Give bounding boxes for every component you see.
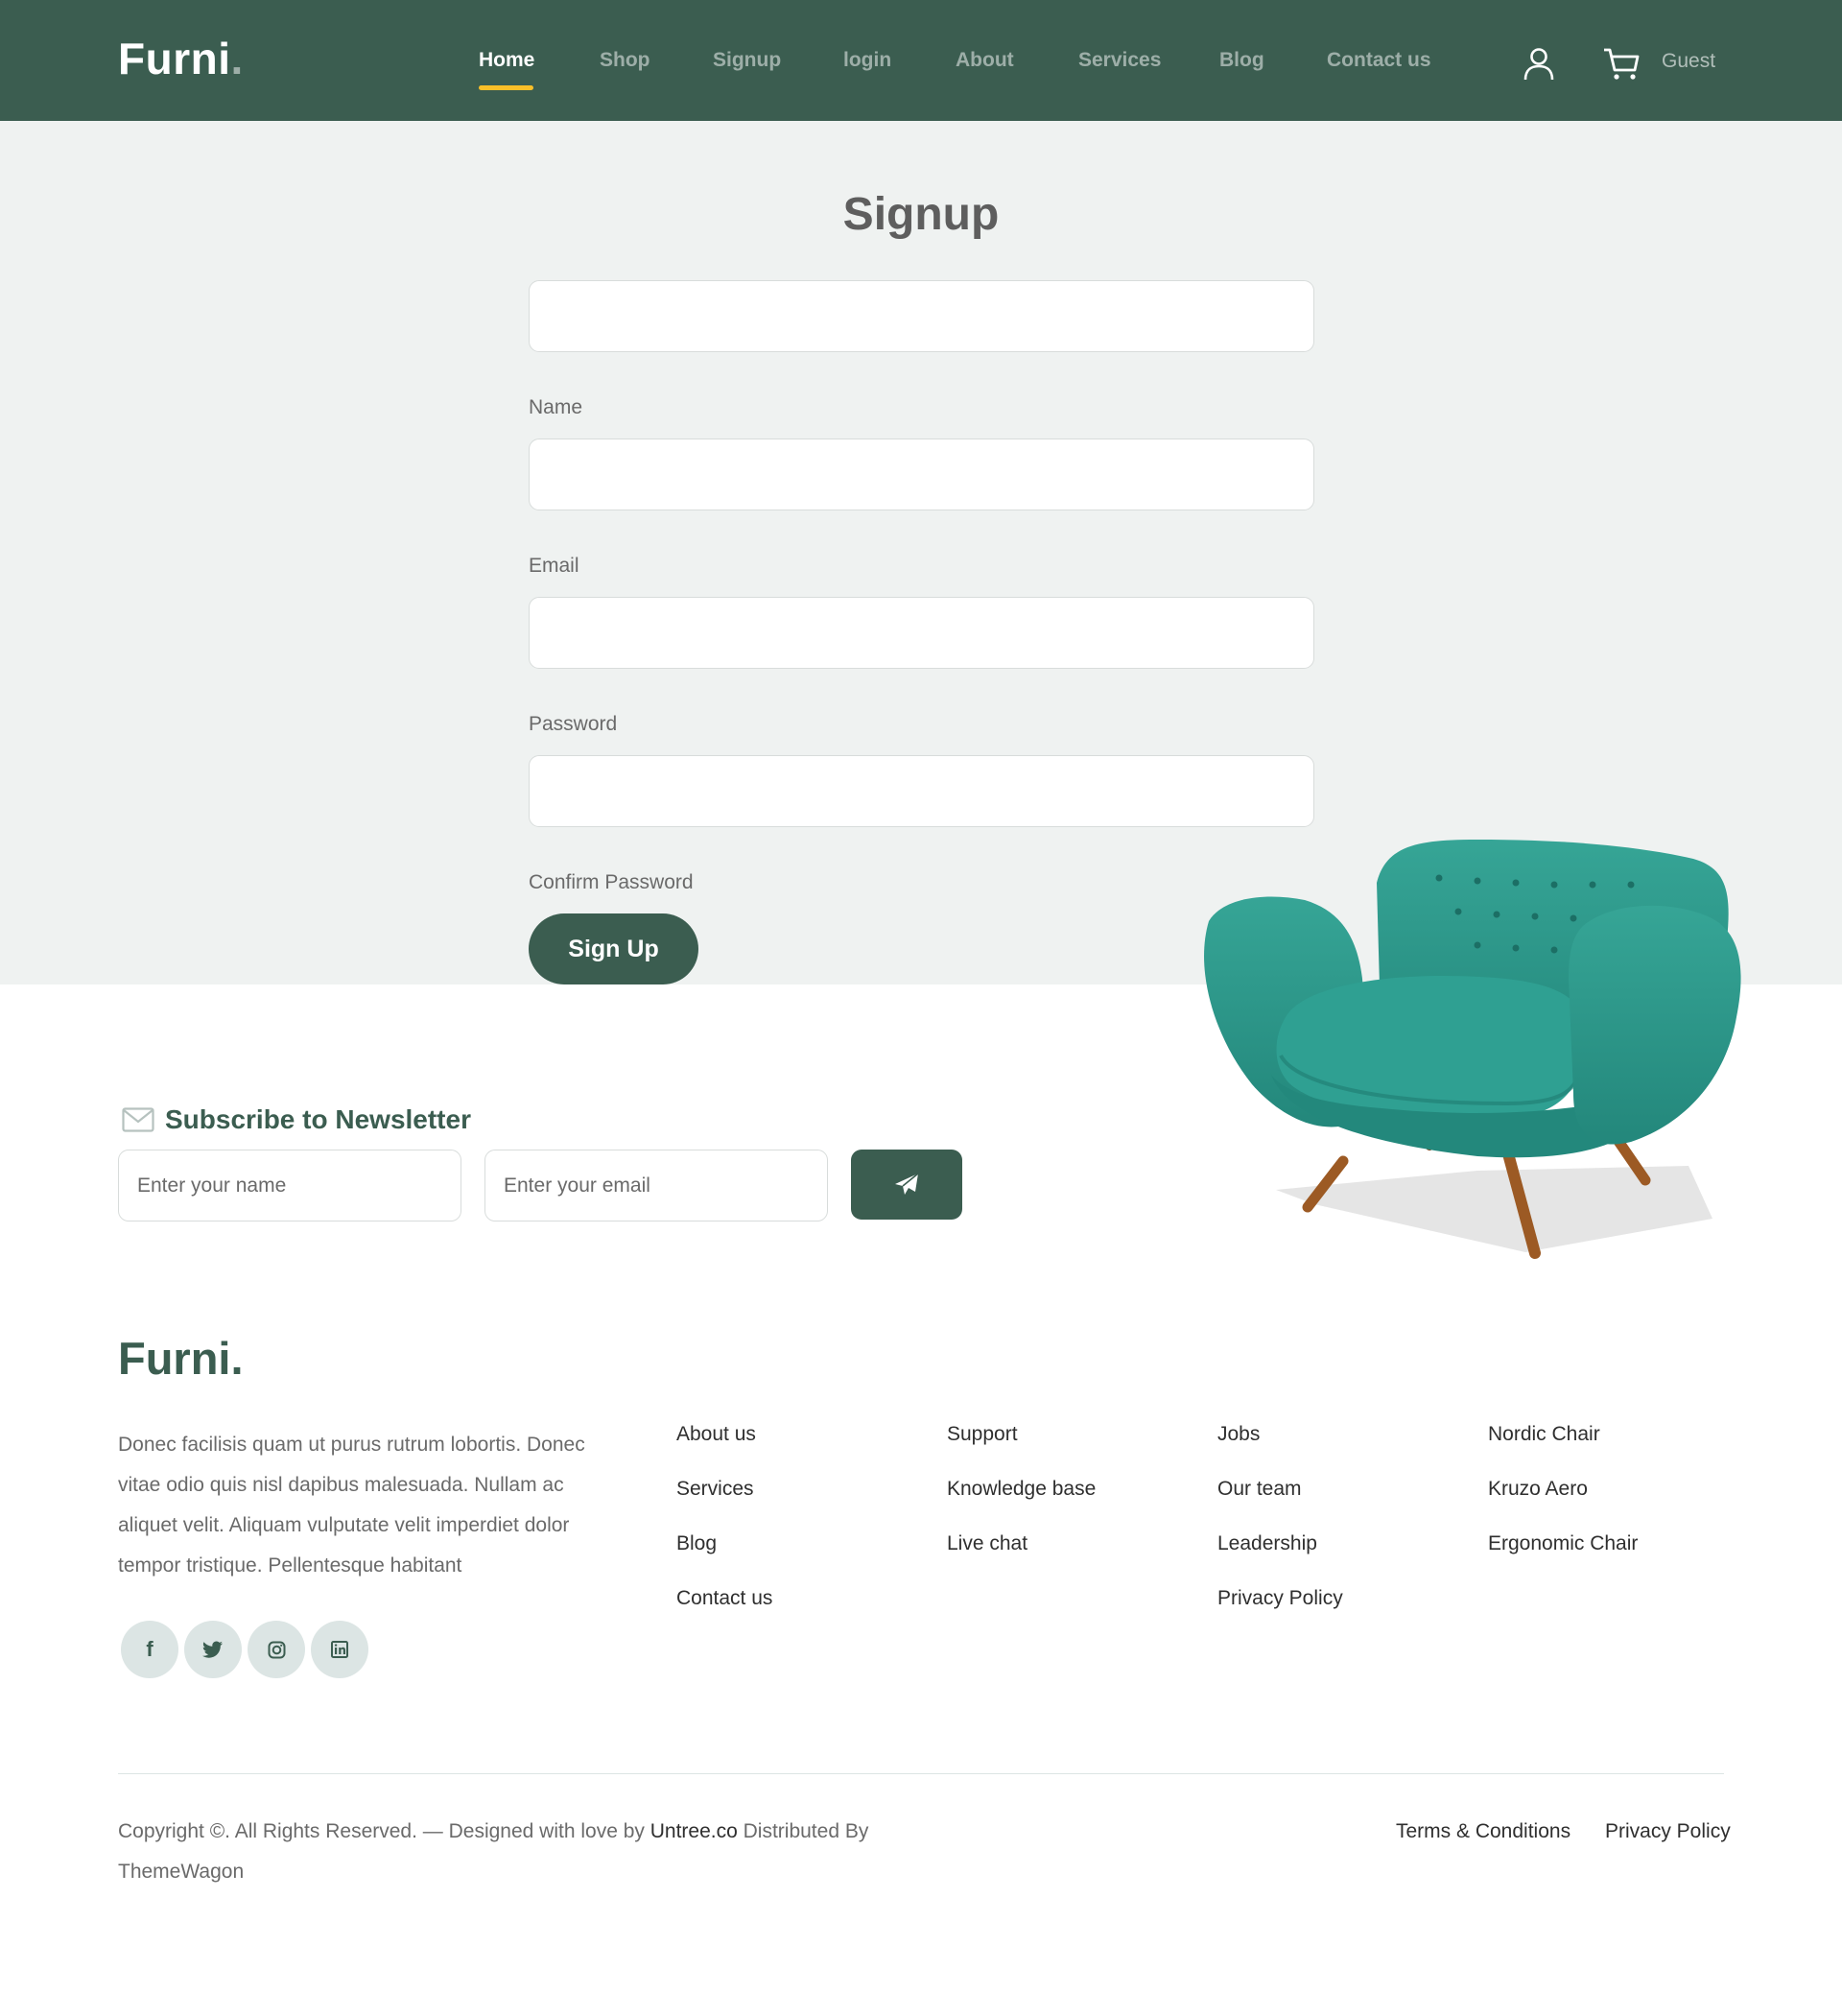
brand-text: Furni bbox=[118, 34, 231, 83]
footer-description: Donec facilisis quam ut purus rutrum lob… bbox=[118, 1434, 585, 1577]
footer-link-support[interactable]: Support bbox=[947, 1423, 1018, 1446]
user-icon[interactable] bbox=[1523, 47, 1555, 82]
nav-home[interactable]: Home bbox=[479, 49, 534, 72]
email-label: Email bbox=[529, 555, 579, 577]
password-label: Password bbox=[529, 713, 618, 735]
brand-logo[interactable]: Furni. bbox=[118, 33, 244, 84]
footer-link-ergonomic-chair[interactable]: Ergonomic Chair bbox=[1488, 1532, 1638, 1555]
name-field[interactable] bbox=[529, 439, 1314, 510]
distributed-by-text: Distributed By bbox=[743, 1820, 869, 1842]
footer-link-kruzo-aero[interactable]: Kruzo Aero bbox=[1488, 1478, 1588, 1501]
navbar: Furni. Home Shop Signup login About Serv… bbox=[0, 0, 1842, 121]
footer-logo[interactable]: Furni. bbox=[118, 1332, 244, 1385]
footer-divider bbox=[118, 1773, 1724, 1774]
email-field[interactable] bbox=[529, 597, 1314, 669]
name-label: Name bbox=[529, 396, 583, 418]
linkedin-icon[interactable] bbox=[311, 1621, 368, 1678]
page-title: Signup bbox=[842, 189, 1000, 240]
nav-about[interactable]: About bbox=[956, 49, 1014, 72]
brand-dot: . bbox=[230, 34, 244, 83]
nav-signup[interactable]: Signup bbox=[713, 49, 781, 72]
terms-link[interactable]: Terms & Conditions bbox=[1396, 1812, 1570, 1852]
privacy-policy-link[interactable]: Privacy Policy bbox=[1605, 1812, 1731, 1852]
top-field[interactable] bbox=[529, 280, 1314, 352]
nav-blog[interactable]: Blog bbox=[1219, 49, 1264, 72]
footer-link-live-chat[interactable]: Live chat bbox=[947, 1532, 1027, 1555]
cart-icon[interactable] bbox=[1602, 47, 1641, 82]
footer-link-privacy[interactable]: Privacy Policy bbox=[1217, 1587, 1343, 1610]
facebook-icon[interactable]: f bbox=[121, 1621, 178, 1678]
armchair-image bbox=[1204, 840, 1741, 1259]
nav-contact[interactable]: Contact us bbox=[1327, 49, 1431, 72]
footer-link-contact[interactable]: Contact us bbox=[676, 1587, 772, 1610]
newsletter-send-button[interactable] bbox=[851, 1150, 962, 1220]
designer-link[interactable]: Untree.co bbox=[650, 1820, 738, 1842]
footer-link-our-team[interactable]: Our team bbox=[1217, 1478, 1302, 1501]
mail-icon bbox=[122, 1107, 154, 1132]
newsletter-email-input[interactable]: Enter your email bbox=[484, 1150, 828, 1221]
footer-link-blog[interactable]: Blog bbox=[676, 1532, 717, 1555]
newsletter-heading: Subscribe to Newsletter bbox=[122, 1103, 471, 1136]
nav-shop[interactable]: Shop bbox=[600, 49, 650, 72]
confirm-password-label: Confirm Password bbox=[529, 871, 694, 893]
footer-link-about[interactable]: About us bbox=[676, 1423, 756, 1446]
twitter-icon[interactable] bbox=[184, 1621, 242, 1678]
distributor-link[interactable]: ThemeWagon bbox=[118, 1861, 244, 1883]
footer-link-services[interactable]: Services bbox=[676, 1478, 754, 1501]
copyright-prefix: Copyright ©. All Rights Reserved. — Desi… bbox=[118, 1820, 645, 1842]
instagram-icon[interactable] bbox=[248, 1621, 305, 1678]
newsletter-title: Subscribe to Newsletter bbox=[165, 1104, 471, 1134]
paper-plane-icon bbox=[895, 1173, 919, 1195]
signup-button[interactable]: Sign Up bbox=[529, 913, 698, 984]
active-nav-indicator bbox=[479, 85, 533, 90]
footer-link-knowledge-base[interactable]: Knowledge base bbox=[947, 1478, 1096, 1501]
nav-login[interactable]: login bbox=[843, 49, 891, 72]
nav-services[interactable]: Services bbox=[1078, 49, 1161, 72]
newsletter-name-input[interactable]: Enter your name bbox=[118, 1150, 461, 1221]
copyright-text: Copyright ©. All Rights Reserved. — Desi… bbox=[118, 1812, 905, 1892]
footer-link-nordic-chair[interactable]: Nordic Chair bbox=[1488, 1423, 1600, 1446]
guest-label[interactable]: Guest bbox=[1662, 50, 1715, 73]
password-field[interactable] bbox=[529, 755, 1314, 827]
footer-link-leadership[interactable]: Leadership bbox=[1217, 1532, 1317, 1555]
footer-link-jobs[interactable]: Jobs bbox=[1217, 1423, 1260, 1446]
